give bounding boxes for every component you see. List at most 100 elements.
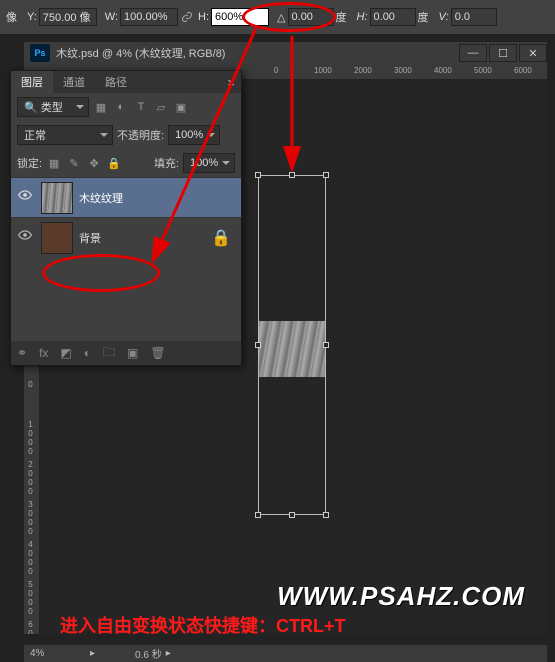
transform-handle-ne[interactable]: [323, 172, 329, 178]
layer-row-background[interactable]: 背景 🔒: [11, 217, 241, 257]
panel-tabs: 图层 通道 路径 ×: [11, 71, 241, 93]
ruler-tick: 3000: [27, 500, 34, 536]
filter-type-icon[interactable]: T: [133, 99, 149, 115]
ruler-tick: 0: [27, 380, 34, 389]
group-icon[interactable]: 🗀: [103, 343, 115, 364]
opacity-value: 100%: [175, 129, 203, 141]
status-time: 0.6 秒: [135, 646, 162, 661]
expand-icon[interactable]: ▸: [166, 648, 171, 659]
options-w-label: W:: [105, 11, 118, 23]
ruler-tick: 2000: [27, 460, 34, 496]
expand-icon[interactable]: ▸: [90, 648, 95, 659]
watermark-text: WWW.PSAHZ.COM: [277, 581, 525, 612]
fill-input[interactable]: 100%: [183, 153, 235, 173]
transform-handle-n[interactable]: [289, 172, 295, 178]
options-skew-h-unit: 度: [418, 9, 429, 25]
lock-position-icon[interactable]: ✥: [86, 155, 102, 171]
layer-name[interactable]: 背景: [79, 230, 205, 246]
lock-transparency-icon[interactable]: ▦: [46, 155, 62, 171]
ruler-tick: 4000: [434, 66, 452, 75]
opacity-label: 不透明度:: [117, 127, 164, 143]
layer-thumbnail[interactable]: [41, 222, 73, 254]
tab-channels[interactable]: 通道: [53, 71, 95, 93]
eye-icon: [18, 188, 32, 202]
transform-handle-se[interactable]: [323, 512, 329, 518]
transform-handle-sw[interactable]: [255, 512, 261, 518]
new-layer-icon[interactable]: ▣: [127, 346, 138, 360]
ruler-tick: 4000: [27, 540, 34, 576]
options-h-input[interactable]: [211, 8, 269, 26]
tab-paths[interactable]: 路径: [95, 71, 137, 93]
transform-handle-s[interactable]: [289, 512, 295, 518]
options-skew-h-input[interactable]: [370, 8, 416, 26]
fill-label: 填充:: [154, 155, 179, 171]
lock-label: 锁定:: [17, 155, 42, 171]
link-layers-icon[interactable]: ⚭: [17, 346, 27, 360]
visibility-toggle[interactable]: [15, 228, 35, 247]
minimize-button[interactable]: —: [459, 44, 487, 62]
transform-handle-w[interactable]: [255, 342, 261, 348]
document-title: 木纹.psd @ 4% (木纹纹理, RGB/8): [56, 45, 457, 61]
layer-filter-kind-icon: 🔍: [24, 101, 38, 114]
options-y-input[interactable]: [39, 8, 97, 26]
layer-row-wood[interactable]: 木纹纹理: [11, 177, 241, 217]
layers-panel-footer: ⚭ fx ◩ ◐ 🗀 ▣ 🗑: [11, 341, 241, 365]
blend-mode-select[interactable]: 正常: [17, 125, 113, 145]
tab-layers[interactable]: 图层: [11, 71, 53, 93]
maximize-button[interactable]: ☐: [489, 44, 517, 62]
fill-value: 100%: [190, 157, 218, 169]
lock-all-icon[interactable]: 🔒: [106, 155, 122, 171]
ruler-tick: 5000: [474, 66, 492, 75]
options-angle-input[interactable]: [288, 8, 334, 26]
filter-shape-icon[interactable]: ▱: [153, 99, 169, 115]
trash-icon[interactable]: 🗑: [150, 346, 165, 360]
angle-icon: △: [277, 11, 285, 24]
options-h-label: H:: [198, 11, 209, 23]
options-bar: 像 Y: W: H: △ 度 H: 度 V:: [0, 0, 555, 34]
layer-filter-kind[interactable]: 🔍 类型: [17, 97, 89, 117]
options-skew-h-label: H:: [357, 11, 368, 23]
document-titlebar: Ps 木纹.psd @ 4% (木纹纹理, RGB/8) — ☐ ✕: [24, 42, 547, 64]
options-skew-v-label: V:: [439, 11, 449, 23]
lock-icon: 🔒: [205, 228, 237, 248]
zoom-level[interactable]: 4%: [30, 648, 90, 659]
ruler-tick: 5000: [27, 580, 34, 616]
visibility-toggle[interactable]: [15, 188, 35, 207]
options-y-label: Y:: [27, 11, 37, 23]
status-bar: 4% ▸ 0.6 秒 ▸: [24, 644, 547, 662]
transform-handle-e[interactable]: [323, 342, 329, 348]
annotation-text: 进入自由变换状态快捷键：CTRL+T: [60, 612, 346, 638]
mask-icon[interactable]: ◩: [60, 346, 71, 360]
options-y-prefix: 像: [6, 9, 17, 25]
ruler-tick: 3000: [394, 66, 412, 75]
lock-pixel-icon[interactable]: ✎: [66, 155, 82, 171]
layer-filter-kind-label: 类型: [41, 99, 63, 115]
ruler-tick: 1000: [27, 420, 34, 456]
adjustment-icon[interactable]: ◐: [84, 346, 91, 360]
panel-collapse-button[interactable]: ×: [221, 75, 241, 90]
blend-mode-value: 正常: [24, 127, 46, 143]
ruler-tick: 0: [274, 66, 278, 75]
fx-icon[interactable]: fx: [39, 346, 48, 360]
close-button[interactable]: ✕: [519, 44, 547, 62]
layer-name[interactable]: 木纹纹理: [79, 190, 237, 206]
options-w-input[interactable]: [120, 8, 178, 26]
ruler-tick: 6000: [27, 620, 34, 634]
layers-list: 木纹纹理 背景 🔒: [11, 177, 241, 257]
ruler-tick: 6000: [514, 66, 532, 75]
filter-adjust-icon[interactable]: ◐: [113, 99, 129, 115]
options-skew-v-input[interactable]: [451, 8, 497, 26]
free-transform-box[interactable]: [258, 175, 326, 515]
transform-handle-nw[interactable]: [255, 172, 261, 178]
eye-icon: [18, 228, 32, 242]
options-angle-unit: 度: [336, 9, 347, 25]
ruler-tick: 2000: [354, 66, 372, 75]
filter-smart-icon[interactable]: ▣: [173, 99, 189, 115]
layers-panel: 图层 通道 路径 × 🔍 类型 ▦ ◐ T ▱ ▣ 正常 不透明度: 100% …: [10, 70, 242, 366]
opacity-input[interactable]: 100%: [168, 125, 220, 145]
layer-thumbnail[interactable]: [41, 182, 73, 214]
filter-pixel-icon[interactable]: ▦: [93, 99, 109, 115]
layer-content-preview: [259, 321, 325, 377]
link-wh-icon[interactable]: [180, 10, 194, 24]
photoshop-icon: Ps: [30, 44, 50, 62]
